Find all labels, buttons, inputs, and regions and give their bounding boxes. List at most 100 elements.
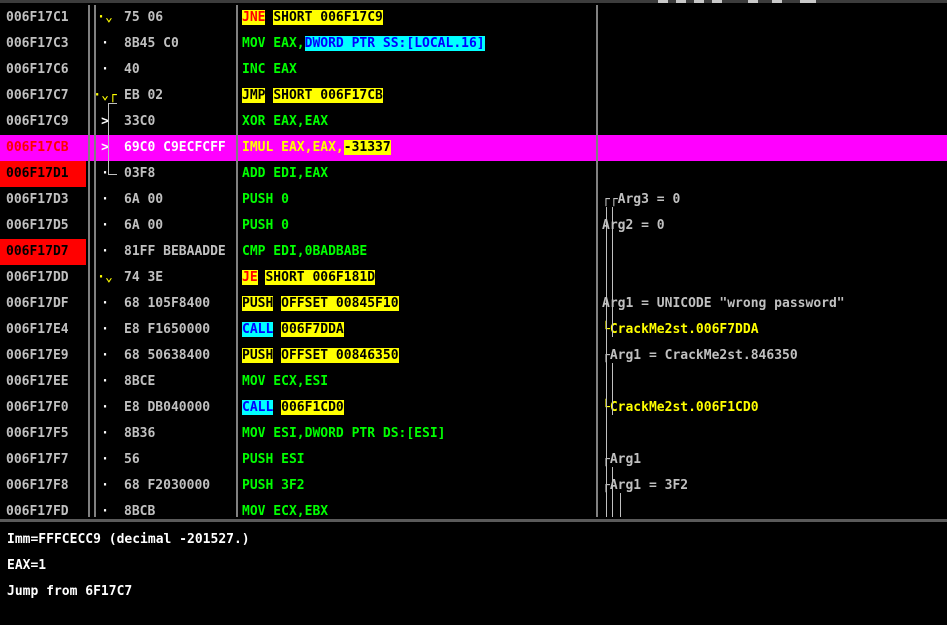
instruction-comment [602,239,947,265]
info-immediate: Imm=FFFCECC9 (decimal -201527.) [7,532,250,547]
disassembly-listing[interactable]: 006F17C1 ·⌄ 75 06 JNE SHORT 006F17C9 006F17C… [0,5,947,517]
instruction-comment: ┌Arg1 = 3F2 [602,473,947,499]
instruction-bytes: 03F8 [124,166,156,181]
instruction-row[interactable]: 006F17D3 · 6A 00 PUSH 0 ┌┌Arg3 = 0 [0,187,947,213]
disassembly-token: IMUL EAX,EAX, [242,140,344,155]
instruction-row[interactable]: 006F17F8 · 68 F2030000 PUSH 3F2 ┌Arg1 = 3F2 [0,473,947,499]
instruction-bytes: 6A 00 [124,192,164,207]
top-toolbar-strip [0,0,947,3]
instruction-comment [602,161,947,187]
instruction-row[interactable]: 006F17DD ·⌄ 74 3E JE SHORT 006F181D [0,265,947,291]
instruction-address[interactable]: 006F17EE [0,369,86,395]
comment-text: Arg1 = 3F2 [609,478,689,493]
instruction-address[interactable]: 006F17E4 [0,317,86,343]
comment-text: Arg3 = 0 [617,192,681,207]
instruction-address[interactable]: 006F17D3 [0,187,86,213]
instruction-row[interactable]: 006F17F0 · E8 DB040000 CALL 006F1CD0 └CrackM… [0,395,947,421]
disassembly-text: CALL 006F1CD0 [242,395,592,421]
info-pane-separator [0,519,947,522]
instruction-address[interactable]: 006F17C3 [0,31,86,57]
comment-text: CrackMe2st.006F7DDA [609,322,759,337]
arg-bracket-call3-inner [620,493,621,517]
comment-text: Arg1 = UNICODE "wrong password" [602,296,845,311]
breakpoint-address[interactable]: 006F17D7 [0,239,86,265]
instruction-address[interactable]: 006F17F0 [0,395,86,421]
disassembly-text: PUSH 0 [242,187,592,213]
column-divider-mark [94,5,96,517]
instruction-row[interactable]: 006F17D7 · 81FF BEBAADDE CMP EDI,0BADBABE [0,239,947,265]
instruction-address[interactable]: 006F17F5 [0,421,86,447]
disassembly-token [273,296,281,311]
disassembly-token: 006F1CD0 [281,400,344,415]
arg-bracket-call2 [612,363,613,415]
disassembly-text: MOV EAX,DWORD PTR SS:[LOCAL.16] [242,31,592,57]
instruction-comment [602,135,947,161]
disassembly-token: PUSH 0 [242,192,289,207]
instruction-comment: ┌Arg1 = CrackMe2st.846350 [602,343,947,369]
instruction-comment [602,265,947,291]
instruction-address[interactable]: 006F17C9 [0,109,86,135]
instruction-address[interactable]: 006F17CB [0,135,86,161]
instruction-row[interactable]: 006F17D1 · 03F8 ADD EDI,EAX [0,161,947,187]
instruction-address[interactable]: 006F17C1 [0,5,86,31]
instruction-bytes: 68 F2030000 [124,478,211,493]
breakpoint-address[interactable]: 006F17D1 [0,161,86,187]
instruction-row[interactable]: 006F17DF · 68 105F8400 PUSH OFFSET 00845F10… [0,291,947,317]
instruction-row[interactable]: 006F17F5 · 8B36 MOV ESI,DWORD PTR DS:[ESI] [0,421,947,447]
disassembly-text: PUSH 3F2 [242,473,592,499]
instruction-row[interactable]: 006F17E4 · E8 F1650000 CALL 006F7DDA └CrackM… [0,317,947,343]
instruction-address[interactable]: 006F17DD [0,265,86,291]
instruction-bytes: 40 [124,62,140,77]
column-divider-disassembly [596,5,598,517]
instruction-address[interactable]: 006F17C7 [0,83,86,109]
disassembly-token: MOV ESI,DWORD PTR DS:[ESI] [242,426,446,441]
instruction-address[interactable]: 006F17F8 [0,473,86,499]
disassembly-token [273,322,281,337]
instruction-row[interactable]: 006F17C9 >33C0 XOR EAX,EAX [0,109,947,135]
disassembly-token [273,400,281,415]
instruction-row[interactable]: 006F17C6 · 40 INC EAX [0,57,947,83]
disassembly-token: CALL [242,322,274,337]
instruction-address[interactable]: 006F17F7 [0,447,86,473]
instruction-row[interactable]: 006F17E9 · 68 50638400 PUSH OFFSET 00846350… [0,343,947,369]
instruction-comment [602,421,947,447]
instruction-row[interactable]: 006F17F7 · 56 PUSH ESI ┌Arg1 [0,447,947,473]
instruction-address[interactable]: 006F17DF [0,291,86,317]
disassembly-token: PUSH [242,296,274,311]
disassembly-token: CALL [242,400,274,415]
instruction-address[interactable]: 006F17C6 [0,57,86,83]
instruction-row[interactable]: 006F17C1 ·⌄ 75 06 JNE SHORT 006F17C9 [0,5,947,31]
disassembly-text: PUSH OFFSET 00846350 [242,343,592,369]
instruction-row[interactable]: 006F17FD · 8BCB MOV ECX,EBX [0,499,947,517]
arg-bracket-call3 [612,467,613,517]
instruction-bytes: EB 02 [124,88,164,103]
comment-bracket: ┌┌ [602,192,618,207]
arg-bracket-outer [606,207,607,517]
instruction-comment: └CrackMe2st.006F7DDA [602,317,947,343]
instruction-bytes: 8B45 C0 [124,36,179,51]
jump-arrow [108,103,117,175]
disassembly-text: ADD EDI,EAX [242,161,592,187]
instruction-bytes: 8BCE [124,374,156,389]
disassembly-token: PUSH 3F2 [242,478,305,493]
instruction-bytes: 8B36 [124,426,156,441]
instruction-row[interactable]: 006F17C7 ·⌄┌ EB 02 JMP SHORT 006F17CB [0,83,947,109]
instruction-row[interactable]: 006F17C3 · 8B45 C0 MOV EAX,DWORD PTR SS:[LO… [0,31,947,57]
instruction-comment: Arg2 = 0 [602,213,947,239]
disassembly-token: MOV EAX, [242,36,305,51]
instruction-address[interactable]: 006F17E9 [0,343,86,369]
disassembly-token: INC EAX [242,62,297,77]
selected-instruction-row[interactable]: 006F17CB >69C0 C9ECFCFF IMUL EAX,EAX,-3133… [0,135,947,161]
instruction-row[interactable]: 006F17D5 · 6A 00 PUSH 0 Arg2 = 0 [0,213,947,239]
instruction-row[interactable]: 006F17EE · 8BCE MOV ECX,ESI [0,369,947,395]
instruction-bytes: 8BCB [124,504,156,517]
info-eax: EAX=1 [7,558,47,573]
instruction-address[interactable]: 006F17D5 [0,213,86,239]
disassembly-text: CMP EDI,0BADBABE [242,239,592,265]
disassembly-token [273,348,281,363]
disassembly-text: PUSH 0 [242,213,592,239]
instruction-comment [602,5,947,31]
instruction-address[interactable]: 006F17FD [0,499,86,517]
instruction-comment: └CrackMe2st.006F1CD0 [602,395,947,421]
disassembly-text: JMP SHORT 006F17CB [242,83,592,109]
